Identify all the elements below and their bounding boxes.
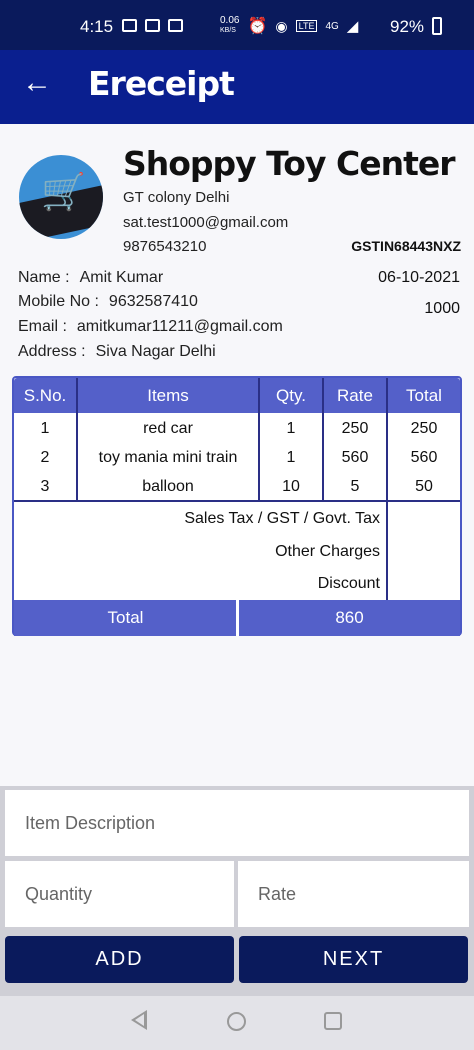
system-nav-bar bbox=[0, 996, 474, 1050]
item-description-placeholder: Item Description bbox=[25, 812, 156, 833]
rate-field[interactable]: Rate bbox=[238, 861, 469, 927]
row-qty: 1 bbox=[286, 449, 296, 466]
bill-number: 1000 bbox=[424, 300, 460, 317]
image-icon bbox=[145, 19, 160, 32]
nav-back-icon[interactable] bbox=[131, 1010, 147, 1030]
row-rate: 560 bbox=[341, 449, 369, 466]
row-sno: 1 bbox=[40, 420, 50, 437]
row-total: 50 bbox=[415, 478, 433, 495]
shopping-cart-icon: 🛒 bbox=[41, 171, 86, 212]
customer-email: amitkumar11211@gmail.com bbox=[76, 318, 283, 335]
header-items: Items bbox=[147, 386, 189, 405]
battery-icon bbox=[432, 17, 442, 35]
alarm-icon: ⏰ bbox=[247, 18, 268, 35]
customer-mobile-label: Mobile No : bbox=[18, 293, 99, 310]
total-label: Total bbox=[107, 608, 144, 627]
total-value: 860 bbox=[335, 608, 364, 627]
add-button[interactable]: ADD bbox=[5, 936, 234, 983]
customer-email-label: Email : bbox=[18, 318, 67, 335]
customer-name-label: Name : bbox=[18, 269, 70, 286]
battery-percent: 92% bbox=[390, 17, 425, 36]
customer-email-row: Email : amitkumar11211@gmail.com bbox=[18, 318, 283, 336]
status-bar: 4:15 0.06 KB/S ⏰ ◉ LTE 4G ◢ 92% bbox=[0, 0, 474, 50]
network-type: 4G bbox=[325, 20, 339, 32]
row-rate: 5 bbox=[350, 478, 360, 495]
customer-address: Siva Nagar Delhi bbox=[95, 343, 216, 360]
row-qty: 1 bbox=[286, 420, 296, 437]
item-description-field[interactable]: Item Description bbox=[5, 790, 469, 856]
header-qty: Qty. bbox=[276, 386, 306, 405]
notification-icons bbox=[122, 19, 183, 32]
row-sno: 3 bbox=[40, 478, 50, 495]
table-row: 3 balloon 10 5 50 bbox=[14, 472, 460, 501]
system-icons: 0.06 KB/S ⏰ ◉ LTE 4G ◢ bbox=[220, 16, 358, 36]
other-charges-label: Other Charges bbox=[275, 543, 380, 560]
table-footer: Total 860 bbox=[14, 600, 460, 636]
rate-placeholder: Rate bbox=[258, 883, 297, 904]
nav-home-icon[interactable] bbox=[227, 1012, 246, 1031]
row-rate: 250 bbox=[341, 420, 369, 437]
row-total: 560 bbox=[410, 449, 438, 466]
discount-label: Discount bbox=[317, 575, 380, 592]
table-row: 2 toy mania mini train 1 560 560 bbox=[14, 443, 460, 472]
table-header: S.No. Items Qty. Rate Total bbox=[14, 378, 460, 413]
row-item: red car bbox=[143, 420, 193, 437]
customer-mobile: 9632587410 bbox=[108, 293, 198, 310]
quantity-field[interactable]: Quantity bbox=[5, 861, 234, 927]
customer-address-label: Address : bbox=[18, 343, 86, 360]
gallery-icon bbox=[168, 19, 183, 32]
header-total: Total bbox=[406, 386, 442, 405]
page-title: Ereceipt bbox=[88, 64, 235, 103]
customer-name: Amit Kumar bbox=[79, 269, 164, 286]
app-bar: ← Ereceipt bbox=[0, 50, 474, 124]
volte-icon: LTE bbox=[295, 20, 318, 32]
shop-address: GT colony Delhi bbox=[123, 189, 230, 206]
net-speed-unit: KB/S bbox=[220, 27, 236, 34]
header-rate: Rate bbox=[337, 386, 373, 405]
sales-tax-label: Sales Tax / GST / Govt. Tax bbox=[184, 510, 380, 527]
hotspot-icon: ◉ bbox=[275, 17, 288, 34]
receipt-table: S.No. Items Qty. Rate Total 1 red car 1 … bbox=[12, 376, 462, 636]
row-qty: 10 bbox=[282, 478, 300, 495]
customer-name-row: Name : Amit Kumar bbox=[18, 269, 163, 287]
bill-date: 06-10-2021 bbox=[378, 269, 460, 286]
row-item: balloon bbox=[142, 478, 194, 495]
shop-email: sat.test1000@gmail.com bbox=[123, 214, 289, 231]
header-sno: S.No. bbox=[23, 386, 67, 405]
net-speed-value: 0.06 bbox=[220, 15, 240, 26]
shop-logo: 🛒 bbox=[19, 155, 103, 239]
customer-mobile-row: Mobile No : 9632587410 bbox=[18, 293, 198, 311]
signal-icon: ◢ bbox=[346, 18, 359, 35]
quantity-placeholder: Quantity bbox=[25, 883, 93, 904]
nav-recent-icon[interactable] bbox=[324, 1012, 342, 1030]
status-time: 4:15 bbox=[80, 17, 114, 36]
customer-address-row: Address : Siva Nagar Delhi bbox=[18, 343, 216, 361]
arrow-left-icon[interactable]: ← bbox=[22, 68, 52, 98]
message-icon bbox=[122, 19, 137, 32]
shop-name: Shoppy Toy Center bbox=[123, 144, 455, 183]
shop-phone: 9876543210 bbox=[123, 238, 207, 255]
row-sno: 2 bbox=[40, 449, 50, 466]
next-button[interactable]: NEXT bbox=[239, 936, 468, 983]
row-item: toy mania mini train bbox=[98, 449, 238, 466]
net-speed: 0.06 KB/S bbox=[220, 16, 239, 36]
table-row: 1 red car 1 250 250 bbox=[14, 414, 460, 443]
row-total: 250 bbox=[410, 420, 438, 437]
gstin: GSTIN68443NXZ bbox=[351, 238, 461, 254]
